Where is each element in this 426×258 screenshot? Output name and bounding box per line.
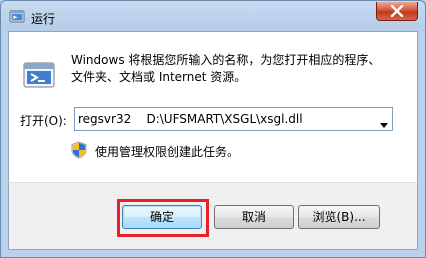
description-line-1: Windows 将根据您所输入的名称，为您打开相应的程序、 [71, 53, 381, 67]
title-bar[interactable]: 运行 [1, 1, 425, 31]
admin-note: 使用管理权限创建此任务。 [95, 145, 240, 159]
window-title: 运行 [31, 12, 56, 26]
dialog-content: Windows 将根据您所输入的名称，为您打开相应的程序、 文件夹、文档或 In… [8, 31, 418, 183]
ok-button[interactable]: 确定 [122, 205, 202, 229]
run-dialog-window: 运行 Windows 将根据您所输入的名称，为您打开相应的程序、 文件夹、文档或… [0, 0, 426, 258]
browse-button[interactable]: 浏览(B)... [298, 205, 380, 229]
command-input[interactable] [78, 110, 368, 128]
chevron-down-icon[interactable] [380, 117, 388, 131]
open-combobox[interactable] [74, 107, 393, 131]
run-app-icon [9, 9, 25, 25]
uac-shield-icon [71, 141, 87, 159]
description-line-2: 文件夹、文档或 Internet 资源。 [71, 70, 247, 84]
dialog-description: Windows 将根据您所输入的名称，为您打开相应的程序、 文件夹、文档或 In… [71, 52, 401, 86]
close-button[interactable] [376, 2, 418, 21]
open-label: 打开(O): [20, 114, 67, 128]
cancel-button[interactable]: 取消 [214, 205, 294, 229]
close-x-icon [390, 5, 404, 17]
run-program-icon [23, 60, 57, 90]
